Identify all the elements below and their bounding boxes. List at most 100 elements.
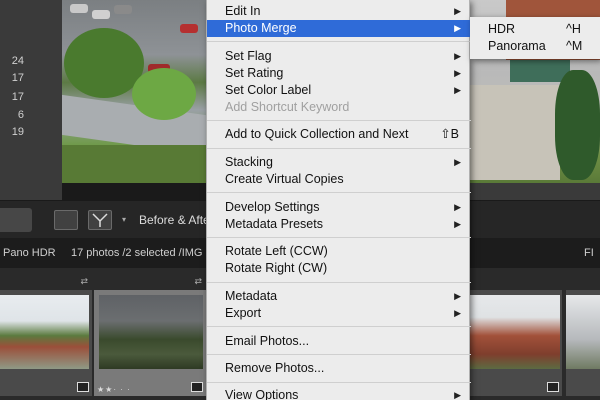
panel-gutter: [32, 0, 62, 200]
chevron-right-icon: ▶: [454, 308, 461, 318]
swap-arrows-icon: ⇄: [80, 276, 88, 286]
stack-badge-icon: [77, 382, 89, 392]
filmstrip-cell-selected[interactable]: ⇄ ★★· · ·: [94, 276, 206, 396]
menu-item-label: Photo Merge: [225, 21, 297, 35]
menu-item-add-shortcut-keyword: Add Shortcut Keyword: [207, 99, 471, 116]
menu-separator: [207, 282, 471, 283]
photo-car: [180, 24, 198, 33]
menu-separator: [207, 120, 471, 121]
loupe-view-icon[interactable]: [54, 210, 78, 230]
menu-separator: [207, 326, 471, 327]
before-after-button[interactable]: Before & After: [139, 213, 214, 227]
menu-item-metadata-presets[interactable]: Metadata Presets ▶: [207, 216, 471, 233]
chevron-right-icon: ▶: [454, 6, 461, 16]
menu-item-label: Set Flag: [225, 49, 272, 63]
photo-tree: [132, 68, 196, 120]
context-menu: Edit In ▶ Photo Merge ▶ Set Flag ▶ Set R…: [206, 0, 471, 400]
menu-item-edit-in[interactable]: Edit In ▶: [207, 3, 471, 20]
shortcut-label: ⇧B: [440, 127, 459, 141]
photo-thumbnail[interactable]: [470, 295, 560, 369]
menu-separator: [207, 237, 471, 238]
menu-item-view-options[interactable]: View Options ▶: [207, 387, 471, 400]
menu-item-set-color-label[interactable]: Set Color Label ▶: [207, 82, 471, 99]
menu-separator: [207, 192, 471, 193]
menu-item-label: Stacking: [225, 155, 273, 169]
menu-item-label: Develop Settings: [225, 200, 320, 214]
filmstrip-cell[interactable]: [566, 290, 600, 396]
menu-item-email-photos[interactable]: Email Photos...: [207, 333, 471, 350]
photo-car: [114, 5, 132, 14]
menu-item-label: Email Photos...: [225, 334, 310, 348]
menu-item-label: View Options: [225, 388, 299, 400]
photo-thumbnail[interactable]: [99, 295, 203, 369]
menu-item-set-rating[interactable]: Set Rating ▶: [207, 65, 471, 82]
submenu-item-hdr[interactable]: HDR ^H: [470, 21, 600, 38]
chevron-right-icon: ▶: [454, 85, 461, 95]
menu-item-remove-photos[interactable]: Remove Photos...: [207, 360, 471, 377]
menu-item-export[interactable]: Export ▶: [207, 305, 471, 322]
photo-thumbnail[interactable]: [0, 295, 89, 369]
menu-item-stacking[interactable]: Stacking ▶: [207, 154, 471, 171]
photo-thumbnail[interactable]: [566, 295, 600, 369]
menu-item-label: HDR: [488, 22, 516, 36]
menu-item-label: Rotate Right (CW): [225, 261, 328, 275]
chevron-right-icon: ▶: [454, 23, 461, 33]
main-photo-preview[interactable]: [62, 0, 206, 183]
submenu-item-panorama[interactable]: Panorama ^M: [470, 38, 600, 55]
menu-item-label: Add to Quick Collection and Next: [225, 127, 409, 141]
compare-view-icon[interactable]: [88, 210, 112, 230]
stack-badge-icon: [191, 382, 203, 392]
selection-status: 17 photos /2 selected /IMG: [71, 247, 203, 259]
filmstrip-cell[interactable]: [470, 290, 562, 396]
chevron-down-icon[interactable]: ▾: [122, 215, 126, 224]
chevron-right-icon: ▶: [454, 157, 461, 167]
shortcut-label: ^M: [566, 39, 583, 53]
menu-separator: [207, 148, 471, 149]
menu-item-label: Metadata Presets: [225, 217, 323, 231]
folder-count: 24: [11, 55, 24, 67]
photo-patio: [470, 85, 560, 180]
menu-item-add-quick-collection[interactable]: Add to Quick Collection and Next ⇧B: [207, 126, 471, 143]
menu-item-label: Panorama: [488, 39, 546, 53]
chevron-right-icon: ▶: [454, 219, 461, 229]
menu-item-create-virtual-copies[interactable]: Create Virtual Copies: [207, 171, 471, 188]
folder-count: 19: [11, 126, 24, 138]
filter-label[interactable]: FI: [584, 247, 594, 259]
menu-item-label: Export: [225, 306, 262, 320]
menu-separator: [207, 382, 471, 383]
menu-item-label: Create Virtual Copies: [225, 172, 344, 186]
rating-stars[interactable]: ★★· · ·: [97, 385, 131, 394]
menu-separator: [207, 354, 471, 355]
folder-label[interactable]: Pano HDR: [3, 247, 56, 259]
photo-merge-submenu: HDR ^H Panorama ^M: [470, 17, 600, 59]
chevron-right-icon: ▶: [454, 51, 461, 61]
shortcut-label: ^H: [566, 22, 581, 36]
left-panel: 24 17 17 6 19: [0, 0, 32, 200]
photo-car: [92, 10, 110, 19]
folder-count: 6: [17, 109, 24, 121]
menu-item-rotate-left[interactable]: Rotate Left (CCW): [207, 243, 471, 260]
chevron-right-icon: ▶: [454, 291, 461, 301]
menu-item-rotate-right[interactable]: Rotate Right (CW): [207, 260, 471, 277]
menu-item-photo-merge[interactable]: Photo Merge ▶: [207, 20, 471, 37]
menu-item-label: Set Color Label: [225, 83, 312, 97]
menu-separator: [207, 41, 471, 42]
chevron-right-icon: ▶: [454, 202, 461, 212]
menu-item-label: Rotate Left (CCW): [225, 244, 328, 258]
filmstrip-cell[interactable]: ⇄: [0, 276, 92, 396]
menu-item-label: Metadata: [225, 289, 278, 303]
folder-count: 17: [11, 91, 24, 103]
photo-car: [70, 4, 88, 13]
menu-item-label: Add Shortcut Keyword: [225, 100, 350, 114]
photo-grass: [62, 145, 206, 183]
menu-item-develop-settings[interactable]: Develop Settings ▶: [207, 199, 471, 216]
stack-badge-icon: [547, 382, 559, 392]
toolbar-button[interactable]: [0, 208, 32, 232]
menu-item-set-flag[interactable]: Set Flag ▶: [207, 48, 471, 65]
folder-count: 17: [11, 72, 24, 84]
photo-tree: [555, 70, 600, 180]
menu-item-metadata[interactable]: Metadata ▶: [207, 288, 471, 305]
menu-item-label: Remove Photos...: [225, 361, 325, 375]
chevron-right-icon: ▶: [454, 68, 461, 78]
menu-item-label: Edit In: [225, 4, 261, 18]
